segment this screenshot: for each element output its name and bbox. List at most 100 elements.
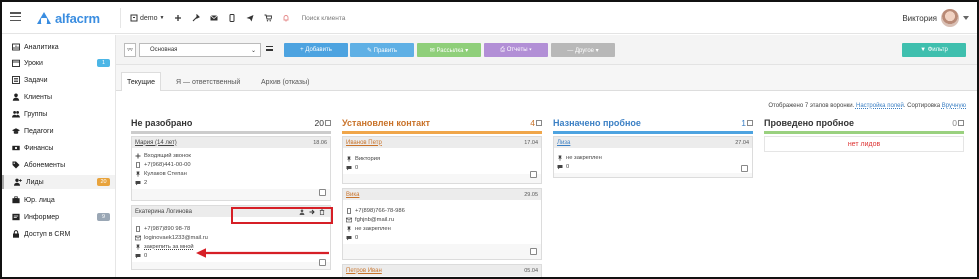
sidebar-item-tasks[interactable]: Задачи [2,73,115,87]
column-title: Назначено пробное [553,118,641,128]
select-all-checkbox[interactable] [325,120,331,126]
tag-icon [12,161,20,169]
mail-icon[interactable] [205,8,223,28]
cart-icon[interactable] [259,8,277,28]
column-count: 20 [315,118,331,128]
info-bar: Отображено 7 этапов воронки. Настройка п… [768,103,966,109]
sidebar-item-label: Аналитика [24,43,59,51]
card-checkbox[interactable] [319,189,326,196]
card-checkbox[interactable] [741,165,748,172]
logo-text: alfacrm [55,10,100,26]
chevron-down-icon [963,16,969,20]
pin-icon [346,156,352,162]
select-all-checkbox[interactable] [536,120,542,126]
comment-count: 0 [355,234,359,241]
sort-label: . Сортировка [903,103,941,109]
lead-responsible: не закреплен [355,225,391,232]
sidebar-item-teachers[interactable]: Педагоги [2,124,115,138]
lead-name-link[interactable]: Иванов Петр [346,140,382,146]
logo[interactable]: alfacrm [36,10,100,26]
reports-button[interactable]: ⎙ Отчеты ▾ [484,43,548,57]
sidebar-item-label: Клиенты [24,93,53,101]
phone-icon[interactable] [223,8,241,28]
select-all-checkbox[interactable] [747,120,753,126]
sidebar-item-groups[interactable]: Группы [2,107,115,121]
chevron-down-icon: ⌄ [250,47,256,54]
comment-icon [346,235,352,241]
card-row: 0 [557,162,749,171]
sidebar-item-informer[interactable]: Информер 9 [2,210,115,224]
funnel-icon[interactable]: ▿▿ [124,43,136,57]
funnel-select[interactable]: Основная ⌄ [139,43,261,57]
highlight-frame [231,207,333,224]
send-icon[interactable] [241,8,259,28]
other-button[interactable]: — Другое ▾ [551,43,615,57]
logo-mark-icon [36,11,52,25]
lead-card[interactable]: Петров Иван 05.04 [342,264,542,277]
fields-settings-link[interactable]: Настройка полей [856,103,904,109]
mailing-button[interactable]: ✉ Рассылка ▾ [417,43,481,57]
card-header: Иванов Петр 17.04 [343,137,541,148]
sidebar-item-subscriptions[interactable]: Абонементы [2,158,115,172]
sidebar-item-finance[interactable]: Финансы [2,141,115,155]
filter-button[interactable]: ▼ Фильтр [902,43,966,57]
equals-icon[interactable] [266,46,273,51]
assign-to-me-link[interactable]: закрепить за мной [144,244,194,250]
lead-card[interactable]: Лиза 27.04 не закреплен 0 [553,136,753,178]
sidebar-item-label: Юр. лица [24,196,55,204]
lead-phone: +7(968)441-00-00 [144,161,191,168]
select-all-checkbox[interactable] [958,120,964,126]
card-row: fghjnb@mail.ru [346,215,538,224]
users-icon [12,110,20,118]
lead-name-link[interactable]: Петров Иван [346,268,382,274]
add-button[interactable]: + Добавить [284,43,348,57]
sidebar-item-crm-access[interactable]: Доступ в CRM [2,227,115,241]
comment-count: 0 [566,163,570,170]
sidebar-item-clients[interactable]: Клиенты [2,90,115,104]
card-checkbox[interactable] [530,248,537,255]
comment-icon [346,165,352,171]
card-checkbox[interactable] [530,171,537,178]
sidebar-item-label: Педагоги [24,127,54,135]
card-row: 2 [135,178,327,187]
user-name: Виктория [902,13,937,23]
annotation-arrow [196,248,329,258]
card-row: Входящий звонок [135,151,327,160]
menu-icon[interactable] [10,12,21,22]
sidebar-item-legal-entities[interactable]: Юр. лица [2,193,115,207]
column-title: Не разобрано [131,118,193,128]
briefcase-icon [12,196,20,204]
lead-card[interactable]: Мария (14 лет) 18.06 Входящий звонок +7(… [131,136,331,201]
bell-icon[interactable] [277,8,295,28]
lead-card[interactable]: Иванов Петр 17.04 Виктория 0 [342,136,542,184]
edit-button[interactable]: ✎ Править [350,43,414,57]
search-input[interactable]: Поиск клиента [301,15,345,22]
building-icon [130,14,138,22]
wrench-icon[interactable] [187,8,205,28]
lead-name-link[interactable]: Екатерина Логинова [135,209,192,215]
lead-date: 18.06 [313,139,327,146]
sort-mode-link[interactable]: Вручную [942,103,966,109]
comment-icon [135,180,141,186]
lead-name-link[interactable]: Мария (14 лет) [135,140,177,146]
tab-archive[interactable]: Архив (отказы) [256,73,314,91]
column-trial-scheduled: Назначено пробное 1 Лиза 27.04 не закреп… [553,117,753,277]
sidebar-item-analytics[interactable]: Аналитика [2,40,115,54]
lead-name-link[interactable]: Вика [346,192,359,198]
sidebar-item-leads[interactable]: Лиды 20 [2,175,115,189]
phone-icon [135,161,141,168]
chart-icon [12,43,20,51]
lead-card[interactable]: Вика 29.05 +7(898)766-78-986 fghjnb@mail… [342,188,542,260]
column-count-value: 1 [741,118,746,128]
plus-icon[interactable] [169,8,187,28]
tab-current[interactable]: Текущие [121,72,161,92]
card-checkbox[interactable] [319,259,326,266]
sidebar-item-lessons[interactable]: Уроки 1 [2,56,115,70]
card-row: loginovaek1233@mail.ru [135,233,327,242]
user-menu[interactable]: Виктория [902,7,969,29]
column-title: Установлен контакт [342,118,430,128]
branch-selector[interactable]: demo ▼ [125,8,169,28]
tab-mine[interactable]: Я — ответственный [171,73,245,91]
lead-name-link[interactable]: Лиза [557,140,570,146]
lead-email: loginovaek1233@mail.ru [144,234,208,241]
